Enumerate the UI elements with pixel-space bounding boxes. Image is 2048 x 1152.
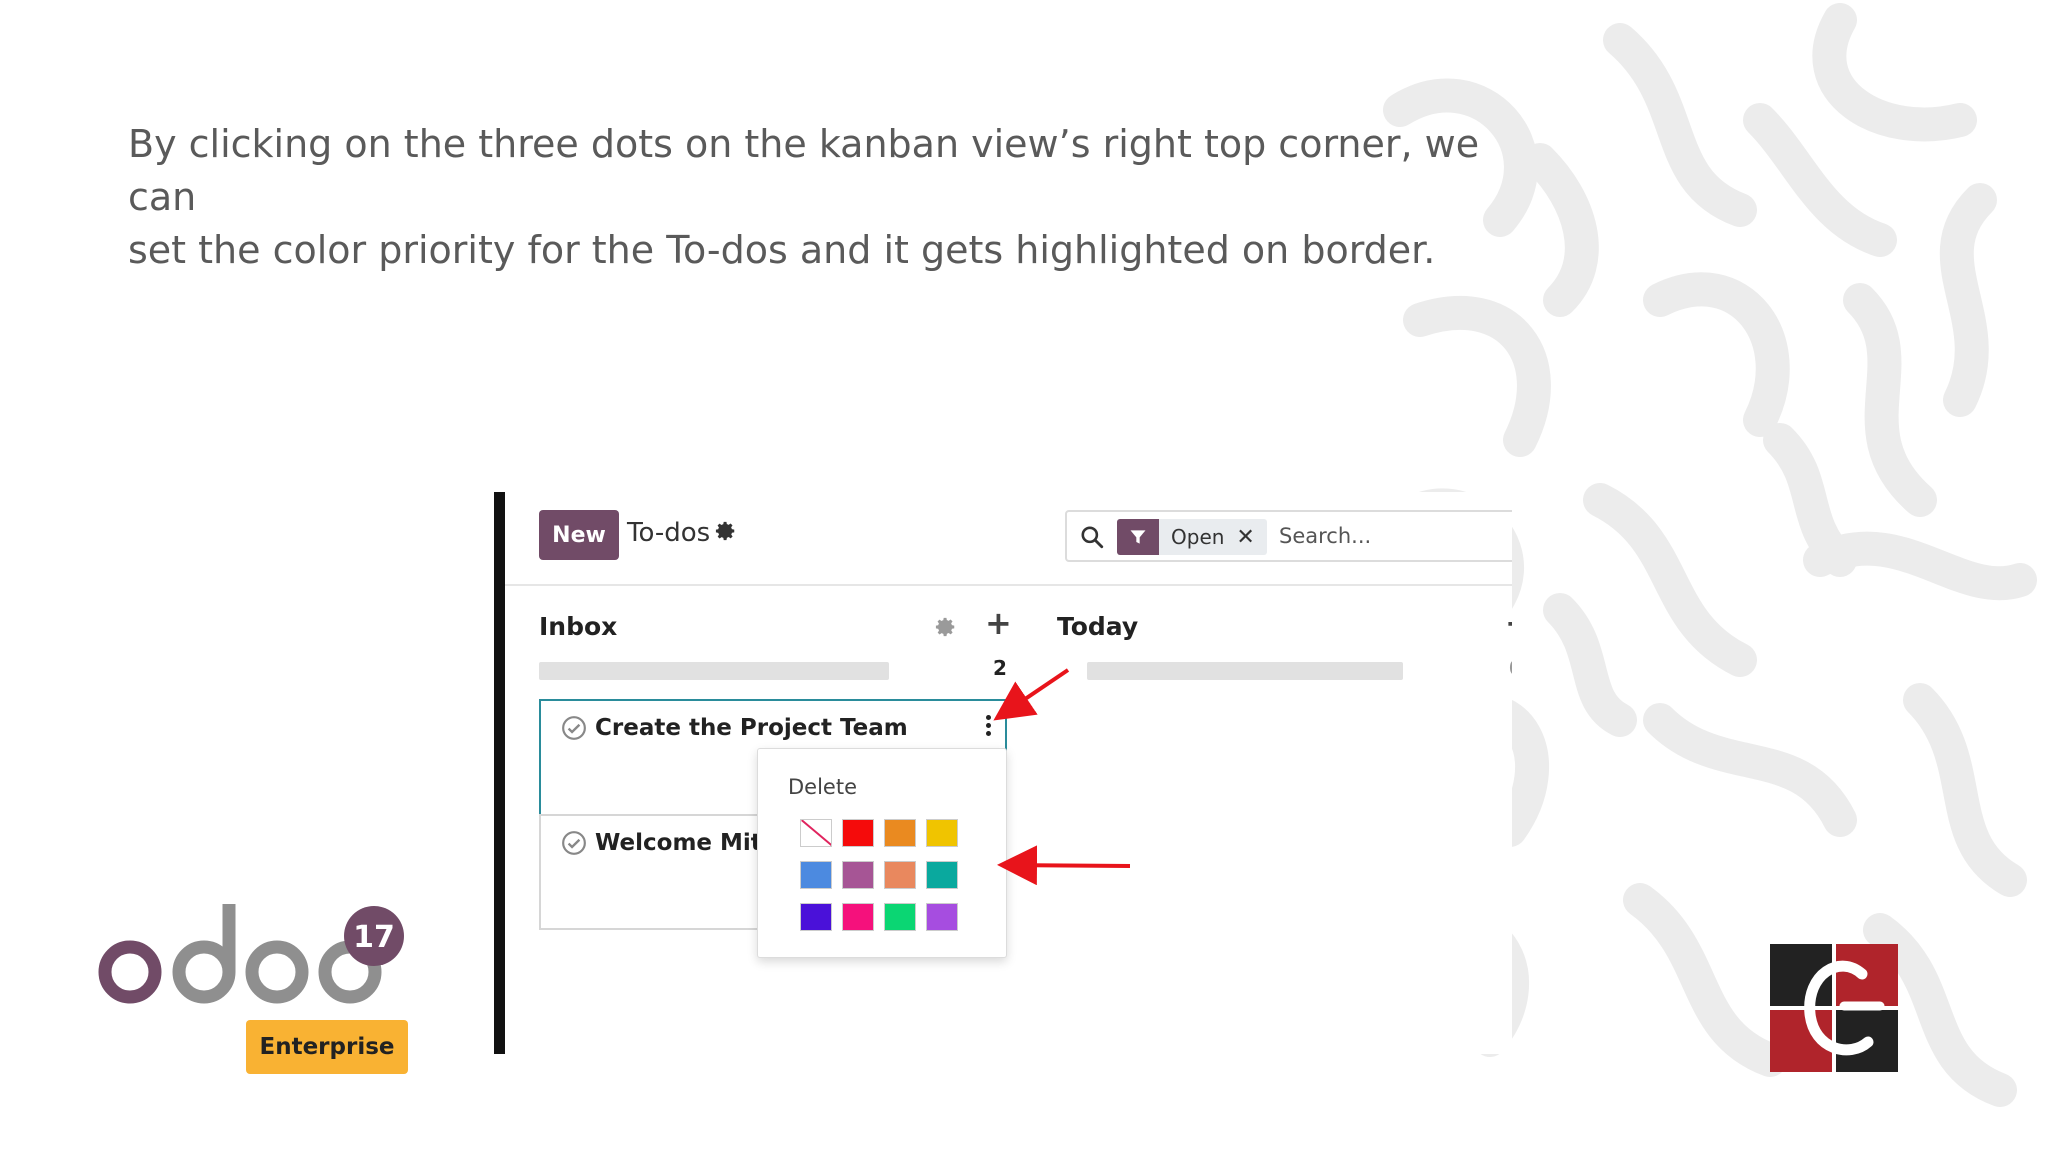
color-swatch[interactable] xyxy=(842,819,874,847)
color-swatch[interactable] xyxy=(842,903,874,931)
caption-line-2: set the color priority for the To-dos an… xyxy=(128,228,1436,272)
search-bar[interactable]: Open ✕ Search... xyxy=(1065,510,1512,562)
column-title-today: Today xyxy=(1057,612,1139,641)
card-title: Welcome Mitcl xyxy=(595,830,784,856)
progress-bar-inbox xyxy=(539,662,889,680)
page-title: To-dos xyxy=(627,518,711,548)
delete-menu-item[interactable]: Delete xyxy=(788,775,857,799)
version-badge: 17 xyxy=(353,920,395,955)
column-title-inbox: Inbox xyxy=(539,612,618,641)
card-dropdown-menu: Delete xyxy=(757,748,1007,958)
check-circle-icon[interactable] xyxy=(561,715,587,741)
enterprise-badge: Enterprise xyxy=(246,1020,408,1074)
color-swatch[interactable] xyxy=(926,903,958,931)
color-swatch[interactable] xyxy=(842,861,874,889)
color-swatch[interactable] xyxy=(800,861,832,889)
facet-remove-icon[interactable]: ✕ xyxy=(1236,525,1266,550)
card-menu-dots-icon[interactable] xyxy=(983,715,993,741)
color-picker xyxy=(800,819,970,931)
new-button[interactable]: New xyxy=(539,510,619,560)
column-count-inbox: 2 xyxy=(993,656,1007,680)
add-card-inbox-icon[interactable]: + xyxy=(985,607,1012,639)
filter-facet[interactable]: Open ✕ xyxy=(1117,519,1267,555)
no-color-swatch[interactable] xyxy=(800,819,832,847)
search-input[interactable]: Search... xyxy=(1279,524,1371,548)
instruction-caption: By clicking on the three dots on the kan… xyxy=(128,118,1508,277)
gear-icon[interactable] xyxy=(715,520,737,542)
caption-line-1: By clicking on the three dots on the kan… xyxy=(128,122,1480,219)
column-gear-icon[interactable] xyxy=(935,616,957,638)
add-card-today-icon[interactable]: + xyxy=(1505,607,1512,639)
search-icon[interactable] xyxy=(1079,524,1105,550)
odoo-todo-screenshot: New To-dos Open ✕ Search... Inbox + 2 To… xyxy=(494,492,1512,1054)
company-logo xyxy=(1770,944,1898,1072)
column-count-today: 0 xyxy=(1509,656,1512,680)
color-swatch[interactable] xyxy=(884,903,916,931)
color-swatch[interactable] xyxy=(926,819,958,847)
filter-icon xyxy=(1117,519,1159,555)
color-swatch[interactable] xyxy=(884,819,916,847)
color-swatch[interactable] xyxy=(926,861,958,889)
card-title: Create the Project Team xyxy=(595,715,908,741)
progress-bar-today xyxy=(1087,662,1403,680)
color-swatch[interactable] xyxy=(884,861,916,889)
color-swatch[interactable] xyxy=(800,903,832,931)
check-circle-icon[interactable] xyxy=(561,830,587,856)
control-panel: New To-dos Open ✕ Search... xyxy=(505,492,1512,586)
facet-label: Open xyxy=(1171,525,1225,549)
